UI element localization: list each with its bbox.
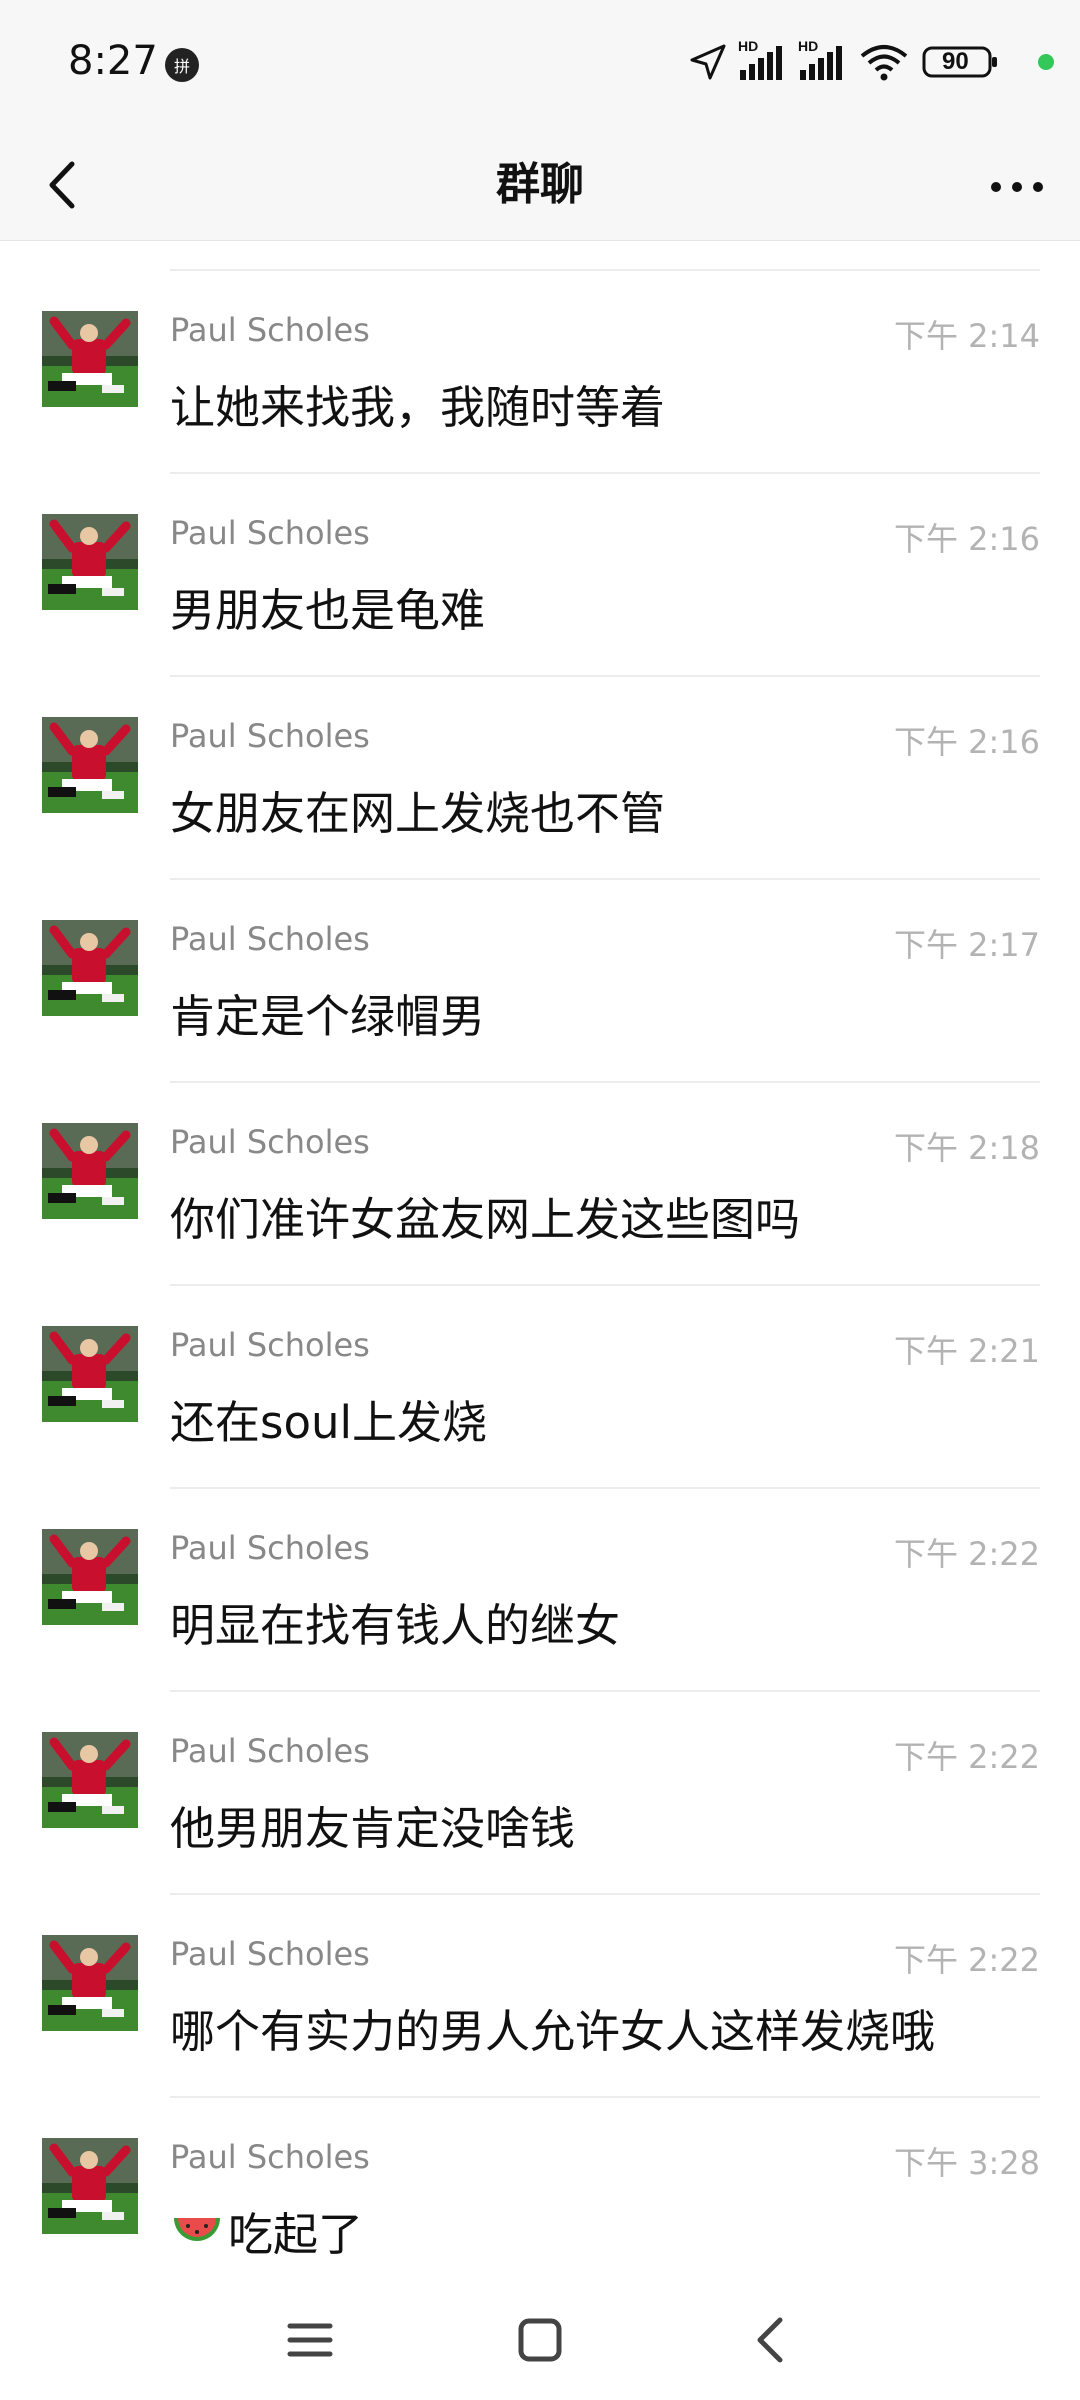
recent-apps-button[interactable] — [274, 2304, 346, 2376]
message-text-content: 你们准许女盆友网上发这些图吗 — [170, 1193, 801, 1246]
avatar[interactable] — [42, 1732, 138, 1828]
chat-header: 群聊 — [0, 130, 1080, 241]
message-time: 下午 2:21 — [893, 1332, 1040, 1370]
more-horizontal-icon — [991, 182, 1043, 192]
avatar-image — [42, 920, 138, 1016]
signal-icon-1 — [740, 46, 782, 80]
avatar[interactable] — [42, 717, 138, 813]
avatar[interactable] — [42, 514, 138, 610]
sender-name: Paul Scholes — [170, 2138, 370, 2176]
signal-icon-2 — [800, 46, 842, 80]
message-item[interactable]: Paul Scholes 下午 3:28 吃起了 — [0, 2098, 1080, 2281]
message-text[interactable]: 肯定是个绿帽男 — [170, 980, 485, 1045]
more-options-button[interactable] — [982, 152, 1052, 222]
avatar[interactable] — [42, 1123, 138, 1219]
home-button[interactable] — [504, 2304, 576, 2376]
message-text-content: 吃起了 — [228, 2208, 364, 2261]
message-text-content: 他男朋友肯定没啥钱 — [170, 1802, 576, 1855]
message-text[interactable]: 还在soul上发烧 — [170, 1386, 487, 1451]
message-time: 下午 2:17 — [893, 926, 1040, 964]
battery-level: 90 — [942, 48, 969, 75]
system-navigation-bar — [0, 2280, 1080, 2400]
message-time: 下午 2:16 — [893, 723, 1040, 761]
message-time: 下午 2:18 — [893, 1129, 1040, 1167]
location-arrow-icon — [690, 44, 726, 80]
status-time: 8:27 — [68, 38, 158, 84]
sender-name: Paul Scholes — [170, 1123, 370, 1161]
message-item[interactable]: Paul Scholes 下午 2:22 他男朋友肯定没啥钱 — [0, 1692, 1080, 1895]
watermelon-icon — [174, 2218, 220, 2241]
message-item[interactable]: Paul Scholes 下午 2:18 你们准许女盆友网上发这些图吗 — [0, 1083, 1080, 1286]
wifi-icon — [860, 45, 908, 81]
message-item[interactable]: Paul Scholes 下午 2:22 明显在找有钱人的继女 — [0, 1489, 1080, 1692]
message-text[interactable]: 明显在找有钱人的继女 — [170, 1589, 620, 1654]
message-item[interactable]: Paul Scholes 下午 2:16 女朋友在网上发烧也不管 — [0, 677, 1080, 880]
sender-name: Paul Scholes — [170, 1326, 370, 1364]
message-item[interactable]: Paul Scholes 下午 2:17 肯定是个绿帽男 — [0, 880, 1080, 1083]
avatar-image — [42, 1326, 138, 1422]
avatar-image — [42, 1123, 138, 1219]
message-text-content: 女朋友在网上发烧也不管 — [170, 787, 666, 840]
avatar-image — [42, 1935, 138, 2031]
message-item[interactable]: Paul Scholes 下午 2:22 哪个有实力的男人允许女人这样发烧哦 — [0, 1895, 1080, 2098]
message-text[interactable]: 你们准许女盆友网上发这些图吗 — [170, 1183, 800, 1248]
avatar[interactable] — [42, 1529, 138, 1625]
sender-name: Paul Scholes — [170, 1732, 370, 1770]
message-item[interactable]: Paul Scholes 下午 2:14 让她来找我，我随时等着 — [0, 271, 1080, 474]
sender-name: Paul Scholes — [170, 311, 370, 349]
page-title: 群聊 — [496, 159, 584, 210]
avatar-image — [42, 514, 138, 610]
message-text-content: 男朋友也是龟难 — [170, 584, 486, 637]
message-time: 下午 2:22 — [893, 1535, 1040, 1573]
message-text[interactable]: 吃起了 — [170, 2198, 363, 2263]
message-time: 下午 3:28 — [893, 2144, 1040, 2182]
sender-name: Paul Scholes — [170, 1935, 370, 1973]
status-icons: HD HD 90 — [680, 38, 1080, 86]
home-square-icon — [518, 2318, 562, 2362]
message-text[interactable]: 他男朋友肯定没啥钱 — [170, 1792, 575, 1857]
message-list[interactable]: Paul Scholes 下午 2:14 让她来找我，我随时等着 Paul Sc… — [0, 241, 1080, 2281]
green-dot-icon — [1038, 54, 1054, 70]
avatar-image — [42, 717, 138, 813]
message-text-content: 明显在找有钱人的继女 — [170, 1599, 621, 1652]
sender-name: Paul Scholes — [170, 920, 370, 958]
avatar[interactable] — [42, 2138, 138, 2234]
avatar[interactable] — [42, 920, 138, 1016]
message-text-content: 肯定是个绿帽男 — [170, 990, 486, 1043]
message-text-content: 让她来找我，我随时等着 — [170, 381, 666, 434]
message-text[interactable]: 女朋友在网上发烧也不管 — [170, 777, 665, 842]
message-text[interactable]: 男朋友也是龟难 — [170, 574, 485, 639]
avatar[interactable] — [42, 1935, 138, 2031]
message-time: 下午 2:22 — [893, 1738, 1040, 1776]
avatar[interactable] — [42, 1326, 138, 1422]
avatar-image — [42, 1529, 138, 1625]
message-text-content: 哪个有实力的男人允许女人这样发烧哦 — [170, 2005, 936, 2058]
sender-name: Paul Scholes — [170, 1529, 370, 1567]
avatar-image — [42, 2138, 138, 2234]
avatar-image — [42, 311, 138, 407]
message-text-content: 还在soul上发烧 — [170, 1396, 487, 1449]
app-notification-badge: 拼 — [165, 48, 199, 82]
menu-icon — [287, 2323, 333, 2357]
message-text[interactable]: 让她来找我，我随时等着 — [170, 371, 665, 436]
message-time: 下午 2:22 — [893, 1941, 1040, 1979]
status-bar: 8:27 拼 HD HD 90 — [0, 0, 1080, 130]
system-back-button[interactable] — [736, 2304, 808, 2376]
back-chevron-icon — [757, 2317, 783, 2363]
message-item[interactable]: Paul Scholes 下午 2:16 男朋友也是龟难 — [0, 474, 1080, 677]
sender-name: Paul Scholes — [170, 514, 370, 552]
message-item[interactable]: Paul Scholes 下午 2:21 还在soul上发烧 — [0, 1286, 1080, 1489]
message-time: 下午 2:14 — [893, 317, 1040, 355]
sender-name: Paul Scholes — [170, 717, 370, 755]
avatar-image — [42, 1732, 138, 1828]
message-text[interactable]: 哪个有实力的男人允许女人这样发烧哦 — [170, 1995, 935, 2060]
message-time: 下午 2:16 — [893, 520, 1040, 558]
avatar[interactable] — [42, 311, 138, 407]
